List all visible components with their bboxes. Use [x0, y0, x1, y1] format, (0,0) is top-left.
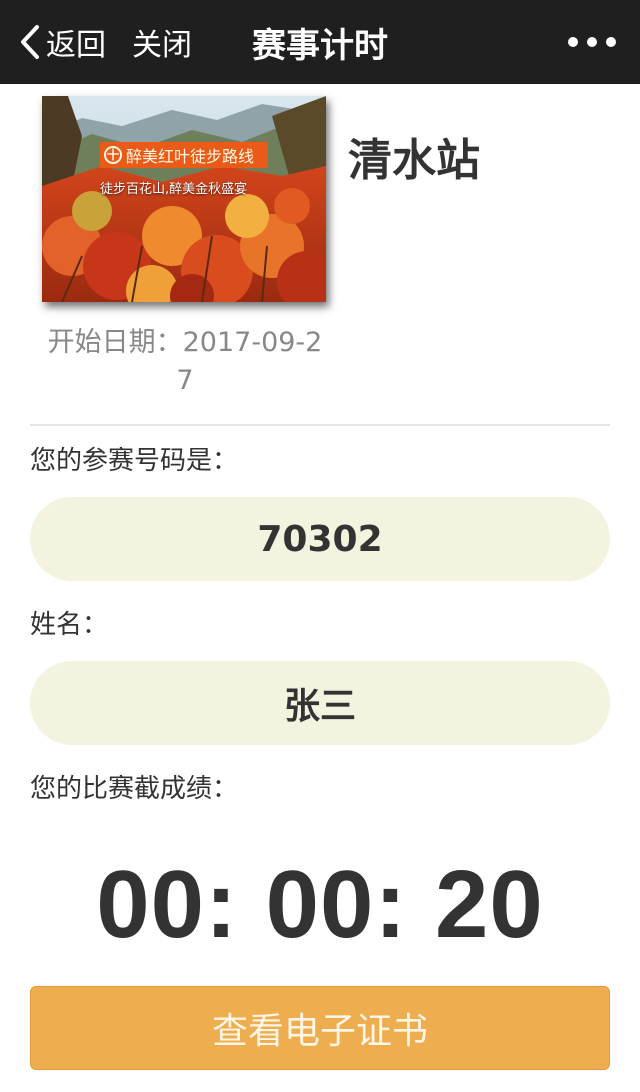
more-dot-icon [568, 37, 578, 47]
more-dot-icon [606, 37, 616, 47]
event-cover-image: 十 醉美红叶徒步路线 徒步百花山,醉美金秋盛宴 [42, 96, 326, 302]
event-card: 十 醉美红叶徒步路线 徒步百花山,醉美金秋盛宴 清水站 开始日期：2017-09… [0, 84, 640, 426]
start-date: 开始日期：2017-09-27 [47, 327, 323, 396]
view-certificate-button[interactable]: 查看电子证书 [30, 986, 610, 1070]
back-button[interactable]: 返回 [18, 18, 106, 66]
autumn-mountain-illustration [42, 96, 326, 302]
close-button[interactable]: 关闭 [132, 18, 192, 66]
banner-text: 醉美红叶徒步路线 [126, 147, 255, 166]
banner-subtitle: 徒步百花山,醉美金秋盛宴 [100, 182, 248, 197]
event-banner: 十 醉美红叶徒步路线 [100, 142, 268, 168]
name-field: 张三 [30, 661, 610, 745]
more-dot-icon [587, 37, 597, 47]
result-label: 您的比赛截成绩： [30, 774, 239, 804]
more-menu-button[interactable] [568, 30, 616, 54]
section-divider [30, 424, 610, 426]
navbar: 返回 关闭 赛事计时 [0, 0, 640, 84]
bib-number-field: 70302 [30, 497, 610, 581]
station-name: 清水站 [348, 135, 480, 186]
name-label: 姓名： [30, 610, 109, 640]
chevron-left-icon [21, 25, 39, 59]
banner-cross-icon: 十 [104, 146, 122, 164]
finish-time: 00: 00: 20 [96, 851, 544, 958]
bib-number-label: 您的参赛号码是： [30, 446, 239, 476]
back-label: 返回 [46, 28, 106, 63]
